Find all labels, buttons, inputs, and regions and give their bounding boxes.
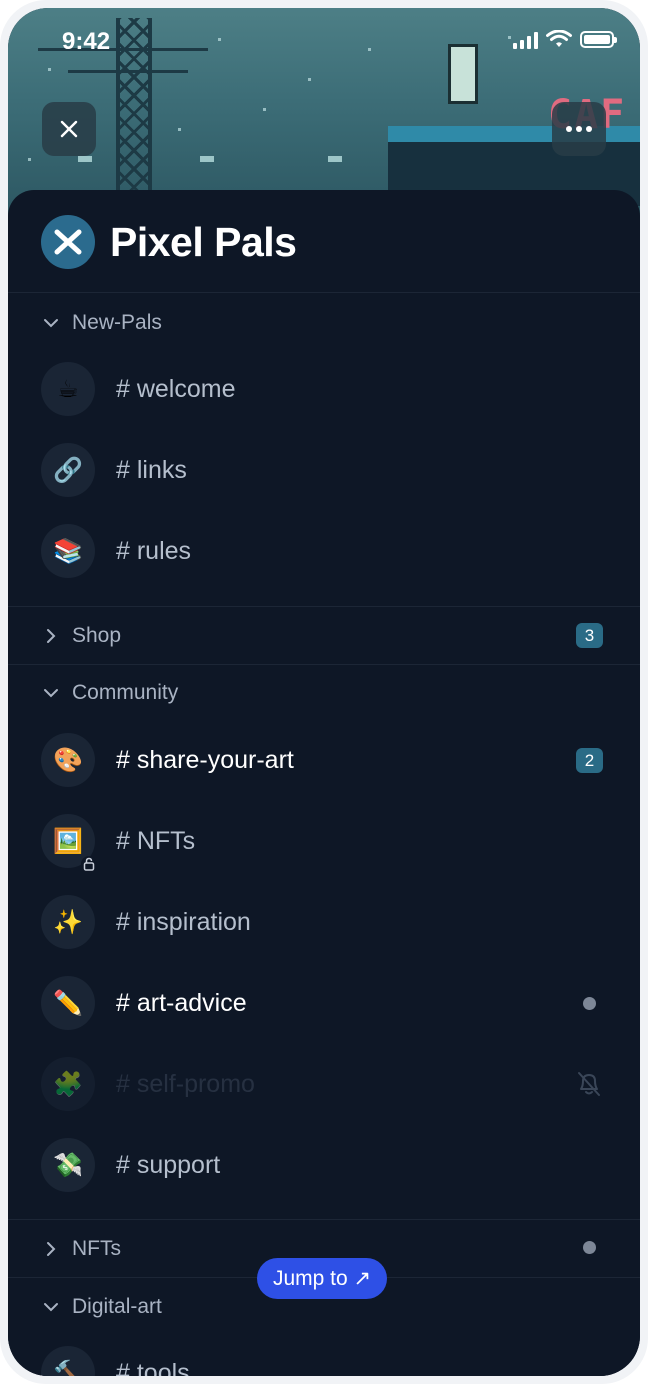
money-wings-icon: 💸 xyxy=(41,1138,95,1192)
phone-frame: CAF 9:42 Pixel Pals xyxy=(0,0,648,1384)
jump-to-label: Jump to ↗ xyxy=(273,1267,372,1290)
channel-emoji: 🖼️ xyxy=(53,827,83,855)
power-tower xyxy=(116,18,152,208)
divider xyxy=(8,664,640,665)
channel-label: # NFTs xyxy=(116,826,196,855)
category-label: New-Pals xyxy=(72,311,162,334)
unread-count-badge: 3 xyxy=(576,623,603,648)
chevron-down-icon xyxy=(44,689,58,698)
category-label: Shop xyxy=(72,624,122,647)
x-logo-icon xyxy=(54,229,82,255)
channel-welcome[interactable]: ☕ # welcome xyxy=(41,362,236,416)
close-button[interactable] xyxy=(42,102,96,156)
chevron-down-icon xyxy=(44,319,58,328)
category-label: NFTs xyxy=(72,1237,121,1260)
channel-label: # self-promo xyxy=(116,1069,255,1098)
link-icon: 🔗 xyxy=(41,443,95,497)
battery-icon xyxy=(580,31,617,48)
category-community[interactable]: Community xyxy=(42,681,178,705)
street-sign xyxy=(448,44,478,104)
status-time: 9:42 xyxy=(62,28,111,55)
channel-label: # welcome xyxy=(116,374,236,403)
channel-label: # share-your-art xyxy=(116,745,294,774)
divider xyxy=(8,292,640,293)
divider xyxy=(8,606,640,607)
wifi-icon xyxy=(546,30,572,47)
framed-picture-icon: 🖼️ xyxy=(41,814,97,872)
channel-rules[interactable]: 📚 # rules xyxy=(41,524,191,578)
channel-links[interactable]: 🔗 # links xyxy=(41,443,187,497)
puzzle-icon: 🧩 xyxy=(41,1057,95,1111)
sparkles-icon: ✨ xyxy=(41,895,95,949)
lock-icon xyxy=(81,856,97,872)
channel-support[interactable]: 💸 # support xyxy=(41,1138,220,1192)
coffee-icon: ☕ xyxy=(41,362,95,416)
category-shop[interactable]: Shop xyxy=(42,624,121,648)
close-icon xyxy=(60,120,78,138)
chevron-down-icon xyxy=(44,1303,58,1312)
server-logo xyxy=(41,215,95,269)
channel-label: # tools xyxy=(116,1358,190,1377)
category-label: Community xyxy=(72,681,179,704)
server-header[interactable]: Pixel Pals xyxy=(41,215,297,269)
books-icon: 📚 xyxy=(41,524,95,578)
unread-dot xyxy=(583,1241,596,1254)
category-nfts[interactable]: NFTs xyxy=(42,1237,121,1261)
hammer-icon: 🔨 xyxy=(41,1346,95,1376)
bell-off-icon xyxy=(578,1072,600,1096)
channel-label: # inspiration xyxy=(116,907,251,936)
category-label: Digital-art xyxy=(72,1295,162,1318)
category-new-pals[interactable]: New-Pals xyxy=(42,311,162,335)
category-digital-art[interactable]: Digital-art xyxy=(42,1295,162,1319)
jump-to-button[interactable]: Jump to ↗ xyxy=(257,1258,388,1299)
palette-icon: 🎨 xyxy=(41,733,95,787)
channel-label: # art-advice xyxy=(116,988,247,1017)
pencil-icon: ✏️ xyxy=(41,976,95,1030)
server-name: Pixel Pals xyxy=(110,218,297,265)
chevron-right-icon xyxy=(47,629,56,643)
cellular-signal-icon xyxy=(513,31,538,49)
channel-label: # support xyxy=(116,1150,221,1179)
channel-label: # links xyxy=(116,455,187,484)
channel-panel: Pixel Pals New-Pals ☕ # welcome 🔗 # link… xyxy=(8,190,640,1376)
channel-art-advice[interactable]: ✏️ # art-advice xyxy=(41,976,247,1030)
status-icons xyxy=(513,30,617,49)
channel-self-promo[interactable]: 🧩 # self-promo xyxy=(41,1057,255,1111)
channel-share-your-art[interactable]: 🎨 # share-your-art xyxy=(41,733,294,787)
channel-label: # rules xyxy=(116,536,192,565)
unread-count-badge: 2 xyxy=(576,748,603,773)
more-options-button[interactable] xyxy=(552,102,606,156)
unread-dot xyxy=(583,997,596,1010)
chevron-right-icon xyxy=(47,1242,56,1256)
channel-tools[interactable]: 🔨 # tools xyxy=(41,1346,190,1376)
channel-nfts[interactable]: 🖼️ # NFTs xyxy=(41,814,196,872)
divider xyxy=(8,1219,640,1220)
screen: CAF 9:42 Pixel Pals xyxy=(8,8,640,1376)
channel-inspiration[interactable]: ✨ # inspiration xyxy=(41,895,251,949)
more-horizontal-icon xyxy=(566,126,592,132)
